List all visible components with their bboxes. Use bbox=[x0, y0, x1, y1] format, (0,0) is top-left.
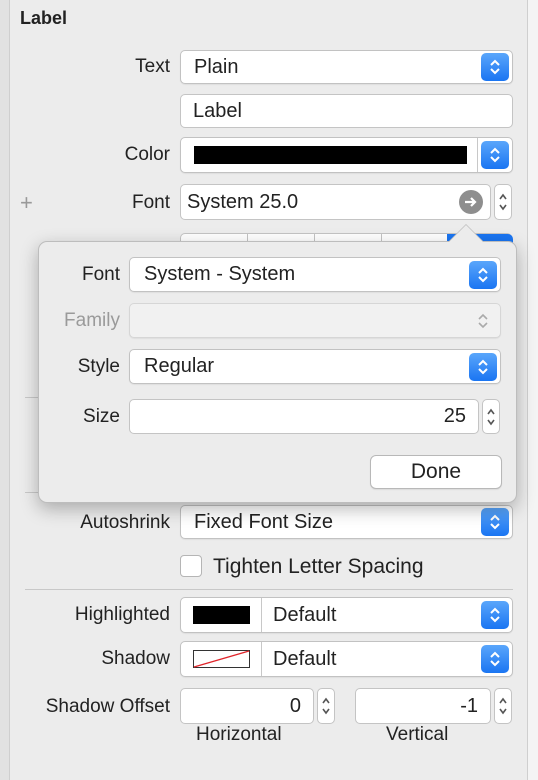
highlighted-swatch bbox=[192, 606, 250, 624]
shadow-value: Default bbox=[273, 647, 337, 670]
updown-arrows-icon bbox=[481, 53, 509, 81]
popover-style-popup[interactable]: Regular bbox=[129, 349, 501, 384]
font-field[interactable]: System 25.0 bbox=[180, 184, 491, 220]
popover-font-value: System - System bbox=[144, 263, 296, 285]
done-button[interactable]: Done bbox=[370, 455, 502, 489]
updown-arrows-icon bbox=[481, 141, 509, 169]
shadow-offset-label: Shadow Offset bbox=[45, 696, 170, 717]
popover-style-label: Style bbox=[77, 356, 120, 377]
popover-size-field[interactable]: 25 bbox=[129, 399, 479, 434]
updown-arrows-icon bbox=[481, 508, 509, 536]
shadow-label: Shadow bbox=[101, 648, 170, 669]
shadow-offset-vertical-stepper[interactable] bbox=[494, 688, 512, 724]
color-swatch bbox=[194, 146, 467, 164]
color-label: Color bbox=[124, 144, 170, 165]
highlighted-value: Default bbox=[273, 603, 337, 626]
updown-arrows-icon bbox=[481, 601, 509, 629]
font-size-stepper[interactable] bbox=[494, 184, 512, 220]
divider bbox=[25, 589, 513, 590]
text-type-value: Plain bbox=[194, 55, 239, 78]
shadow-popup[interactable]: Default bbox=[180, 641, 513, 677]
popover-family-label: Family bbox=[64, 310, 120, 331]
font-value: System 25.0 bbox=[187, 190, 299, 213]
text-label: Text bbox=[135, 56, 170, 77]
popover-font-popup[interactable]: System - System bbox=[129, 257, 501, 292]
color-popup[interactable] bbox=[180, 137, 513, 173]
vertical-caption: Vertical bbox=[386, 724, 449, 745]
popover-font-label: Font bbox=[81, 264, 120, 285]
divider bbox=[25, 397, 39, 398]
popover-size-label: Size bbox=[83, 406, 120, 427]
updown-arrows-icon bbox=[469, 260, 497, 289]
autoshrink-popup[interactable]: Fixed Font Size bbox=[180, 505, 513, 539]
font-label: Font bbox=[131, 192, 170, 213]
left-edge bbox=[0, 0, 10, 780]
no-color-swatch-icon bbox=[181, 650, 261, 668]
autoshrink-label: Autoshrink bbox=[80, 512, 170, 533]
shadow-offset-vertical-field[interactable]: -1 bbox=[355, 688, 491, 724]
scrollbar-track[interactable] bbox=[527, 0, 538, 780]
shadow-offset-horizontal-stepper[interactable] bbox=[317, 688, 335, 724]
popover-style-value: Regular bbox=[144, 355, 215, 377]
tighten-letter-spacing-checkbox[interactable] bbox=[180, 555, 202, 577]
popover-family-popup bbox=[129, 303, 501, 338]
popover-size-stepper[interactable] bbox=[482, 399, 500, 434]
text-type-popup[interactable]: Plain bbox=[180, 50, 513, 84]
text-value-field[interactable]: Label bbox=[180, 94, 513, 128]
autoshrink-value: Fixed Font Size bbox=[194, 510, 333, 533]
tighten-letter-spacing-label: Tighten Letter Spacing bbox=[213, 555, 424, 578]
divider bbox=[25, 492, 39, 493]
horizontal-caption: Horizontal bbox=[196, 724, 282, 745]
updown-arrows-icon bbox=[469, 307, 497, 335]
highlighted-popup[interactable]: Default bbox=[180, 597, 513, 633]
highlighted-label: Highlighted bbox=[74, 604, 170, 625]
shadow-offset-horizontal-field[interactable]: 0 bbox=[180, 688, 314, 724]
plus-icon[interactable]: + bbox=[20, 190, 33, 216]
section-title: Label bbox=[20, 8, 68, 28]
updown-arrows-icon bbox=[469, 352, 497, 381]
popover-pointer bbox=[449, 225, 483, 242]
updown-arrows-icon bbox=[481, 645, 509, 673]
font-picker-arrow-icon[interactable] bbox=[459, 190, 483, 214]
